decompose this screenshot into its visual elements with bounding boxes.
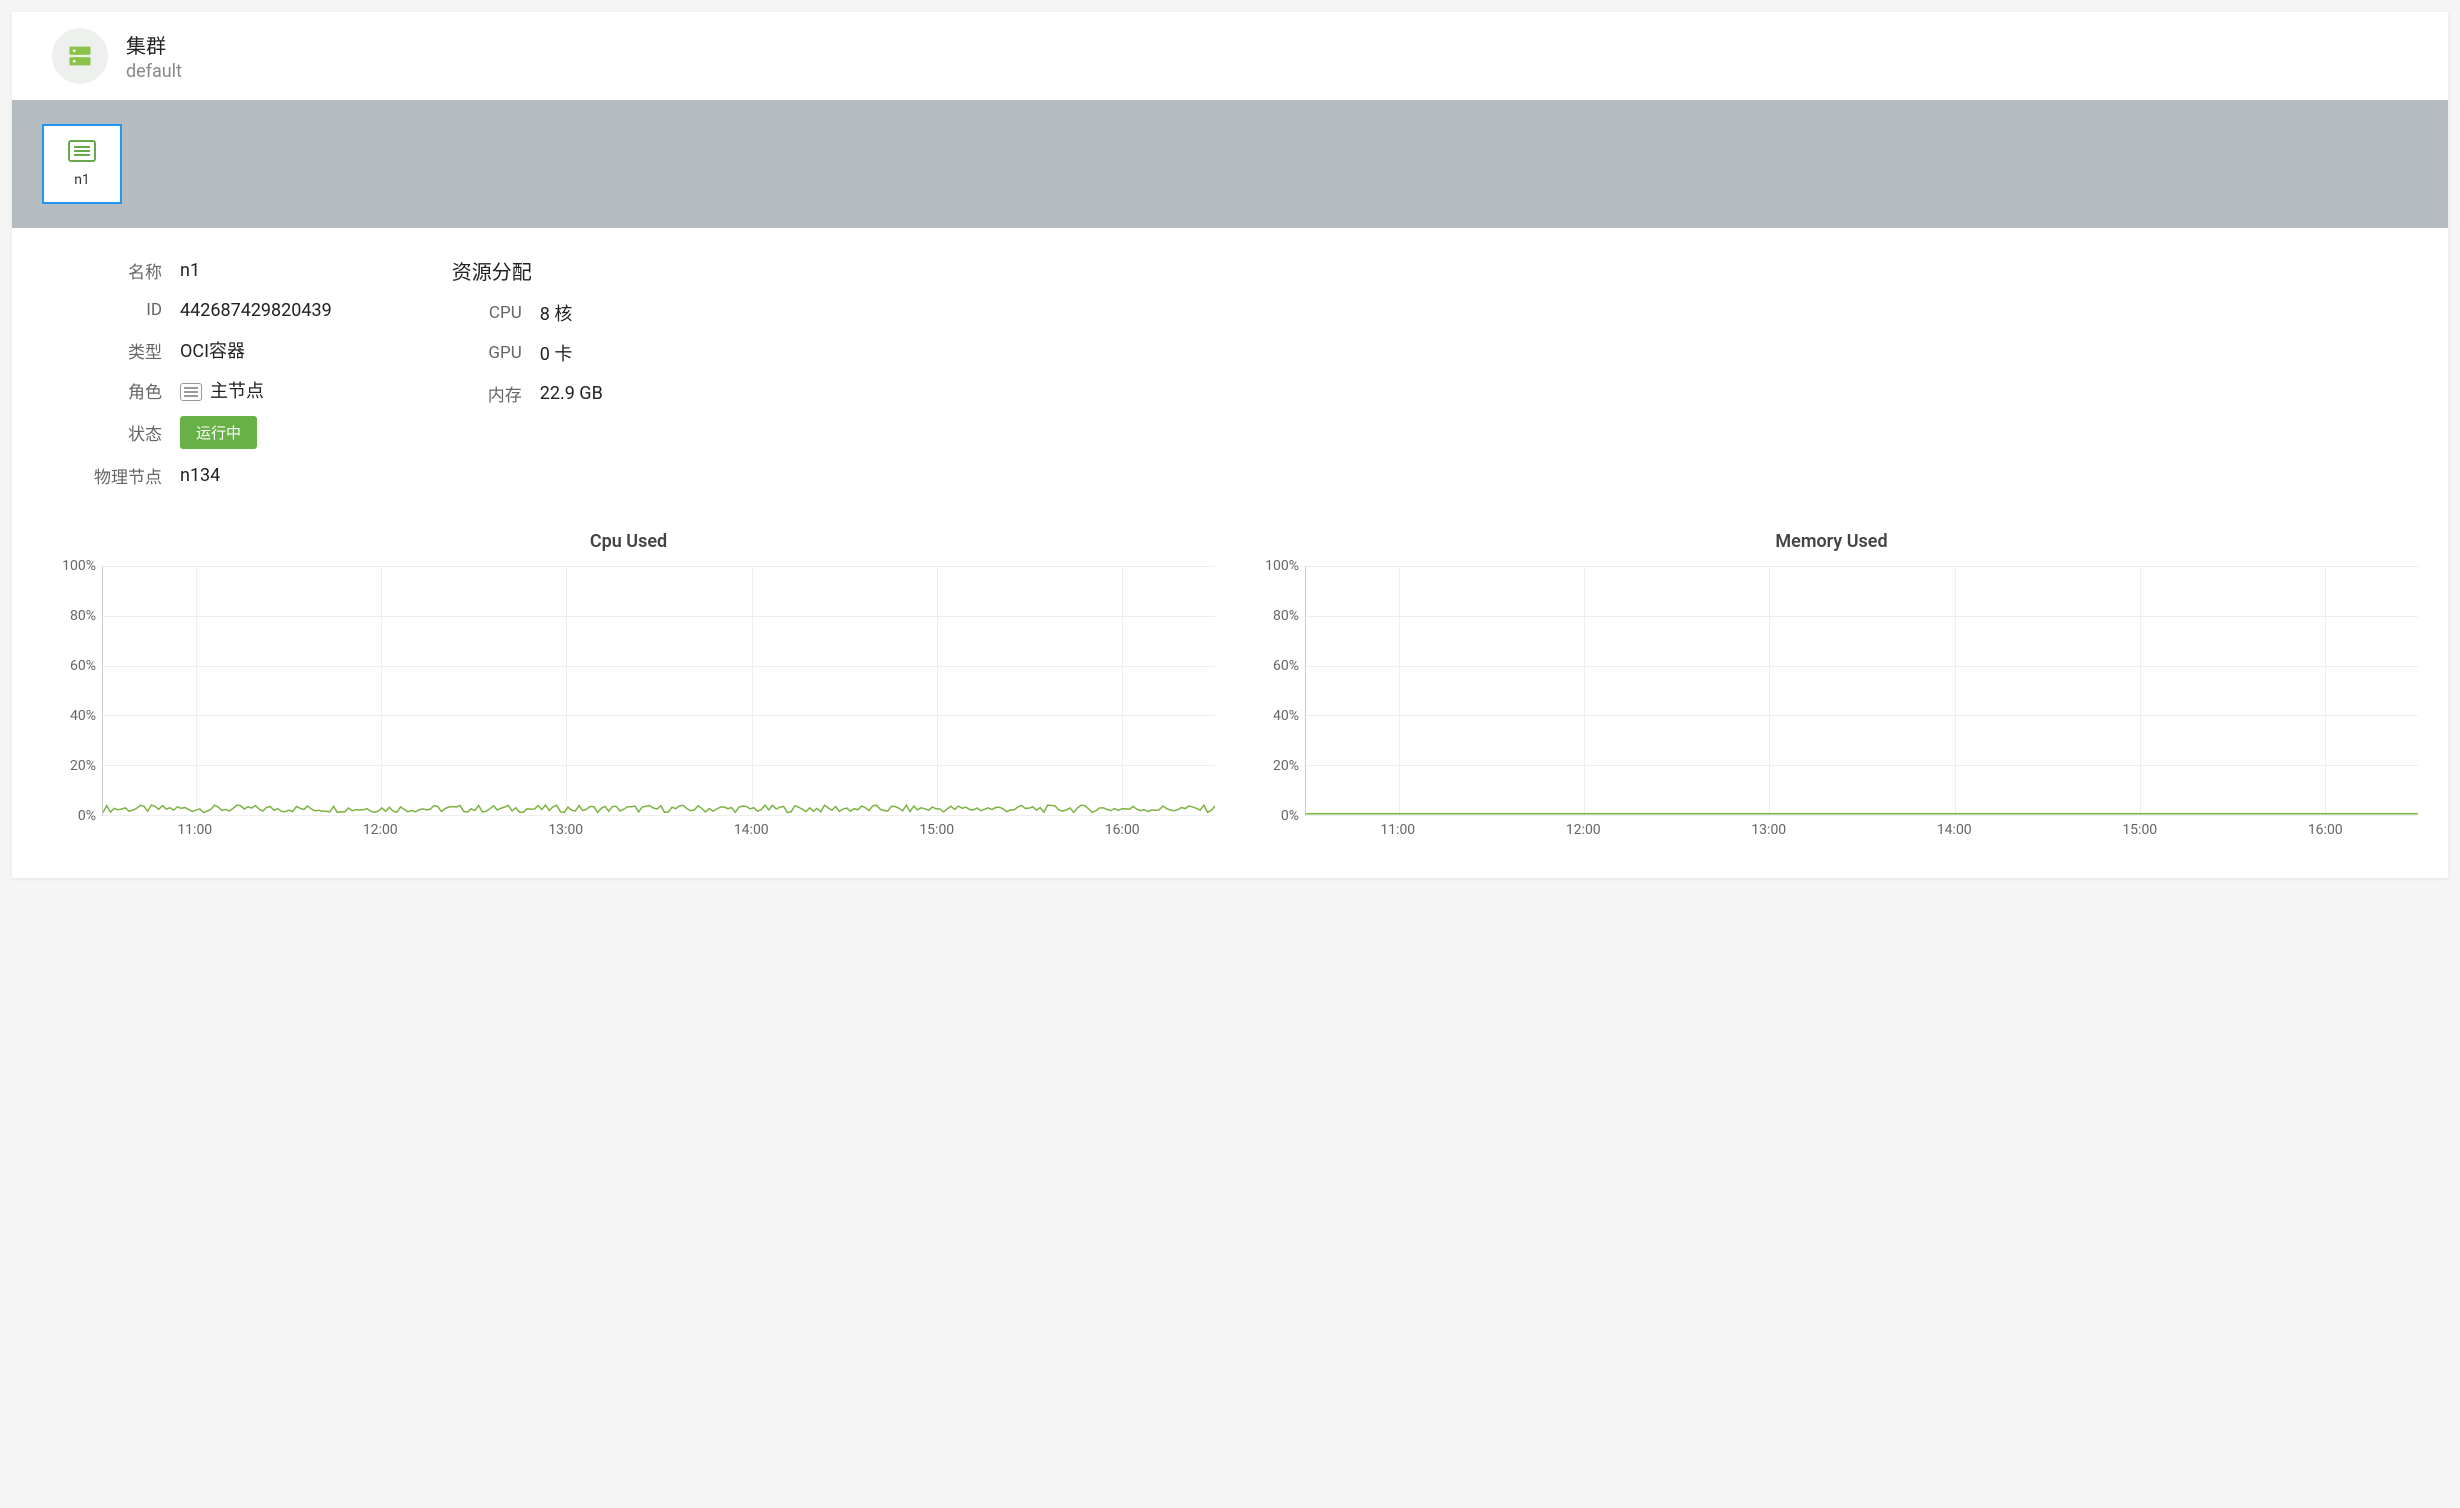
x-tick: 14:00 [659,822,845,838]
chart-cpu-plot[interactable] [102,566,1215,816]
value-phys: n134 [180,465,220,486]
value-cpu: 8 核 [540,300,573,326]
x-tick: 16:00 [2233,822,2419,838]
chart-memory-plot[interactable] [1305,566,2418,816]
row-id: ID 442687429820439 [82,296,332,324]
label-id: ID [82,300,162,320]
page-header: 集群 default [12,12,2448,100]
label-cpu: CPU [452,303,522,323]
value-status: 运行中 [180,416,257,449]
value-type: OCI容器 [180,337,245,363]
basic-info: 名称 n1 ID 442687429820439 类型 OCI容器 角色 主节点… [82,256,332,501]
page-container: 集群 default n1 名称 n1 ID [12,12,2448,878]
row-role: 角色 主节点 [82,376,332,404]
master-node-icon [180,383,202,401]
label-role: 角色 [82,378,162,403]
row-mem: 内存 22.9 GB [452,379,603,407]
row-type: 类型 OCI容器 [82,336,332,364]
label-mem: 内存 [452,381,522,406]
page-subtitle: default [126,61,182,82]
value-role: 主节点 [180,377,264,403]
chart-memory: Memory Used 100%80%60%40%20%0% 11:0012:0… [1245,531,2418,838]
label-phys: 物理节点 [82,463,162,488]
value-name: n1 [180,260,200,281]
value-mem: 22.9 GB [540,383,603,404]
node-bar: n1 [12,100,2448,228]
row-gpu: GPU 0 卡 [452,339,603,367]
label-status: 状态 [82,420,162,445]
label-gpu: GPU [452,343,522,363]
header-text: 集群 default [126,30,182,82]
value-role-text: 主节点 [210,381,264,402]
chart-memory-title: Memory Used [1245,531,2418,552]
x-tick: 13:00 [473,822,659,838]
resources-title: 资源分配 [452,256,603,285]
chart-cpu-yaxis: 100%80%60%40%20%0% [42,566,102,816]
x-tick: 11:00 [102,822,288,838]
row-cpu: CPU 8 核 [452,299,603,327]
status-badge: 运行中 [180,416,257,449]
cluster-icon [52,28,108,84]
node-tile-label: n1 [74,172,90,188]
chart-memory-yaxis: 100%80%60%40%20%0% [1245,566,1305,816]
x-tick: 13:00 [1676,822,1862,838]
row-name: 名称 n1 [82,256,332,284]
chart-cpu-body: 100%80%60%40%20%0% [42,566,1215,816]
row-status: 状态 运行中 [82,416,332,449]
chart-cpu-xaxis: 11:0012:0013:0014:0015:0016:00 [102,822,1215,838]
page-title: 集群 [126,30,182,59]
resource-info: 资源分配 CPU 8 核 GPU 0 卡 内存 22.9 GB [452,256,603,501]
x-tick: 16:00 [1030,822,1216,838]
label-type: 类型 [82,338,162,363]
value-gpu: 0 卡 [540,340,573,366]
label-name: 名称 [82,258,162,283]
x-tick: 12:00 [1491,822,1677,838]
value-id: 442687429820439 [180,300,332,321]
x-tick: 14:00 [1862,822,2048,838]
chart-cpu: Cpu Used 100%80%60%40%20%0% 11:0012:0013… [42,531,1215,838]
chart-memory-xaxis: 11:0012:0013:0014:0015:0016:00 [1305,822,2418,838]
row-phys: 物理节点 n134 [82,461,332,489]
x-tick: 15:00 [2047,822,2233,838]
chart-cpu-title: Cpu Used [42,531,1215,552]
x-tick: 15:00 [844,822,1030,838]
details-section: 名称 n1 ID 442687429820439 类型 OCI容器 角色 主节点… [12,228,2448,511]
node-tile-n1[interactable]: n1 [42,124,122,204]
charts-row: Cpu Used 100%80%60%40%20%0% 11:0012:0013… [12,511,2448,878]
chart-memory-body: 100%80%60%40%20%0% [1245,566,2418,816]
x-tick: 11:00 [1305,822,1491,838]
node-icon [68,140,96,166]
x-tick: 12:00 [288,822,474,838]
